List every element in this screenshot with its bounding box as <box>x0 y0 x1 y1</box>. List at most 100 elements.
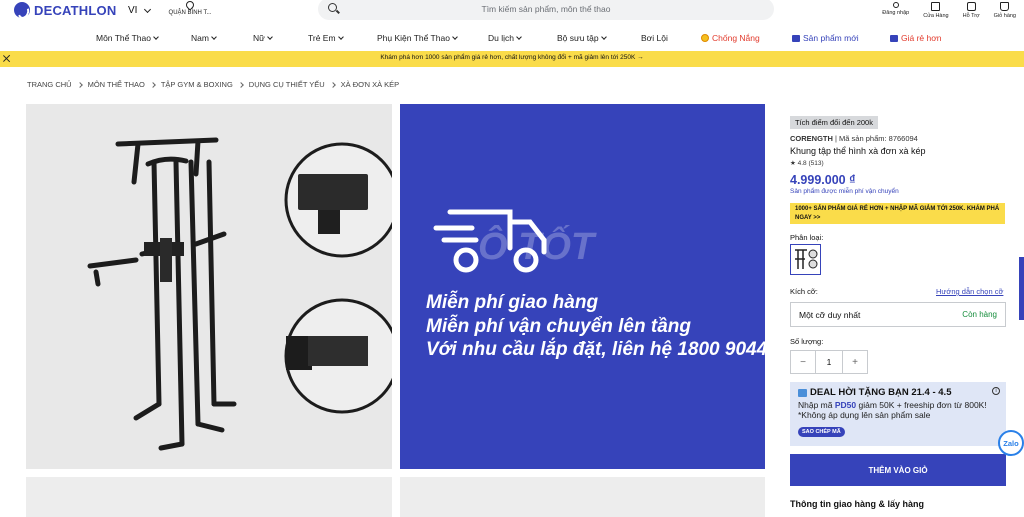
nav-item-men[interactable]: Nam <box>191 33 217 43</box>
product-image-thumb[interactable] <box>400 477 765 517</box>
promo-text: Khám phá hơn 1000 sản phẩm giá rẻ hơn, c… <box>380 54 644 61</box>
chat-icon <box>966 2 976 11</box>
nav-label: Môn Thể Thao <box>96 33 151 43</box>
variant-swatch[interactable] <box>790 244 821 275</box>
chevron-right-icon <box>237 81 244 88</box>
search-icon[interactable] <box>328 3 337 12</box>
nav-label: Chống Nắng <box>712 33 760 43</box>
nav-item-new-products[interactable]: Sản phẩm mới <box>792 33 859 43</box>
bag-icon <box>1000 2 1010 11</box>
breadcrumb-item[interactable]: MÔN THỂ THAO <box>88 80 145 89</box>
stores-label: Cửa Hàng <box>923 13 949 19</box>
chevron-down-icon <box>211 34 217 40</box>
quantity-stepper: − 1 + <box>790 350 868 374</box>
add-to-cart-button[interactable]: THÊM VÀO GIỎ <box>790 454 1006 486</box>
breadcrumb-item[interactable]: DỤNG CỤ THIẾT YẾU <box>249 80 325 89</box>
product-image-thumb[interactable] <box>26 477 392 517</box>
cart-button[interactable]: Giỏ hàng <box>994 2 1016 19</box>
sku: | Mã sản phẩm: 8766094 <box>835 134 918 143</box>
nav-item-women[interactable]: Nữ <box>253 33 273 43</box>
stock-status: Còn hàng <box>962 310 997 319</box>
deal-title: DEAL HỜI TẶNG BẠN 21.4 - 4.5 <box>810 387 952 398</box>
chevron-right-icon <box>149 81 156 88</box>
product-name: Khung tập thể hình xà đơn xà kép <box>790 146 926 156</box>
deal-description: Nhập mã PD50 giảm 50K + freeship đơn từ … <box>798 400 998 420</box>
nav-item-cheaper[interactable]: Giá rẻ hơn <box>890 33 942 43</box>
logo-icon <box>14 2 30 18</box>
nav-item-collections[interactable]: Bộ sưu tập <box>557 33 607 43</box>
breadcrumb-item[interactable]: TẬP GYM & BOXING <box>161 80 233 89</box>
promo-callout-text: 1000+ SẢN PHẨM GIÁ RẺ HƠN + NHẬP MÃ GIẢM… <box>795 206 1000 221</box>
user-icon <box>892 2 899 8</box>
shipping-line-3: Với nhu cầu lắp đặt, liên hệ 1800 9044 <box>426 339 768 360</box>
account-menu: Đăng nhập Cửa Hàng Hỗ Trợ Giỏ hàng <box>882 2 1016 19</box>
stores-button[interactable]: Cửa Hàng <box>923 2 949 19</box>
search-input[interactable]: Tìm kiếm sản phẩm, môn thể thao <box>318 4 774 14</box>
breadcrumb-item[interactable]: XÀ ĐƠN XÀ KÉP <box>341 80 400 89</box>
deal-text: Nhập mã <box>798 400 835 410</box>
price: 4.999.000 ₫ <box>790 173 856 187</box>
nav-item-sports[interactable]: Môn Thể Thao <box>96 33 159 43</box>
info-icon[interactable]: i <box>992 387 1000 395</box>
store-icon <box>931 2 941 11</box>
chevron-right-icon <box>76 81 83 88</box>
language-selector[interactable]: VI <box>128 5 152 16</box>
chevron-down-icon <box>516 34 522 40</box>
delivery-info-heading[interactable]: Thông tin giao hàng & lấy hàng <box>790 499 924 509</box>
nav-label: Sản phẩm mới <box>803 33 859 43</box>
nav-label: Bộ sưu tập <box>557 33 599 43</box>
login-label: Đăng nhập <box>882 10 910 16</box>
nav-item-kids[interactable]: Trẻ Em <box>308 33 344 43</box>
quantity-input[interactable]: 1 <box>815 351 843 373</box>
breadcrumb-item[interactable]: TRANG CHỦ <box>27 80 72 89</box>
quantity-decrease-button[interactable]: − <box>791 351 815 373</box>
brand-name[interactable]: CORENGTH <box>790 134 833 143</box>
nav-label: Giá rẻ hơn <box>901 33 942 43</box>
login-button[interactable]: Đăng nhập <box>882 2 909 19</box>
nav-item-sun-protection[interactable]: Chống Nắng <box>701 33 760 43</box>
size-selector[interactable]: Một cỡ duy nhất Còn hàng <box>790 302 1006 327</box>
size-label: Kích cỡ: <box>790 287 818 296</box>
chevron-down-icon <box>337 34 344 40</box>
zalo-label: Zalo <box>1003 438 1019 448</box>
zalo-chat-button[interactable]: Zalo <box>998 430 1024 456</box>
variant-label: Phân loại: <box>790 233 824 242</box>
quantity-increase-button[interactable]: + <box>843 351 867 373</box>
support-button[interactable]: Hỗ Trợ <box>963 2 980 19</box>
shipping-info-banner[interactable] <box>400 104 765 469</box>
points-badge: Tích điểm đổi đến 200k <box>790 116 878 129</box>
decathlon-logo[interactable]: DECATHLON <box>14 2 116 18</box>
sun-icon <box>701 34 709 42</box>
nav-label: Nam <box>191 33 209 43</box>
promo-callout[interactable]: 1000+ SẢN PHẨM GIÁ RẺ HƠN + NHẬP MÃ GIẢM… <box>790 203 1005 224</box>
nav-label: Phụ Kiện Thể Thao <box>377 33 450 43</box>
chevron-down-icon <box>452 34 458 40</box>
quantity-label: Số lượng: <box>790 337 824 346</box>
nav-item-accessories[interactable]: Phụ Kiện Thể Thao <box>377 33 458 43</box>
size-value: Một cỡ duy nhất <box>799 309 861 320</box>
rating[interactable]: ★ 4.8 (513) <box>790 159 824 167</box>
pull-up-station-illustration <box>87 137 400 451</box>
chevron-down-icon <box>267 34 273 40</box>
deal-code: PD50 <box>834 400 857 410</box>
nav-item-travel[interactable]: Du lịch <box>488 33 522 43</box>
promo-banner[interactable]: Khám phá hơn 1000 sản phẩm giá rẻ hơn, c… <box>0 51 1024 67</box>
nav-item-swimming[interactable]: Bơi Lội <box>641 33 668 43</box>
nav-label: Bơi Lội <box>641 33 668 43</box>
product-image-main[interactable] <box>26 104 400 469</box>
location-label: QUẬN BÌNH T... <box>168 10 212 16</box>
location-selector[interactable]: QUẬN BÌNH T... <box>168 0 212 16</box>
nav-label: Du lịch <box>488 33 514 43</box>
language-label: VI <box>128 5 138 16</box>
cart-label: Giỏ hàng <box>993 13 1016 19</box>
size-guide-link[interactable]: Hướng dẫn chọn cỡ <box>936 287 1003 296</box>
nav-label: Trẻ Em <box>308 33 336 43</box>
side-tab[interactable] <box>1019 257 1024 320</box>
nav-label: Nữ <box>253 33 265 43</box>
chevron-down-icon <box>144 5 152 13</box>
search-bar[interactable]: Tìm kiếm sản phẩm, môn thể thao <box>318 0 774 20</box>
deal-title-row: DEAL HỜI TẶNG BẠN 21.4 - 4.5 <box>798 387 998 398</box>
shop-icon <box>798 388 807 397</box>
copy-code-button[interactable]: SAO CHÉP MÃ <box>798 427 845 437</box>
brand-line: CORENGTH | Mã sản phẩm: 8766094 <box>790 134 918 143</box>
